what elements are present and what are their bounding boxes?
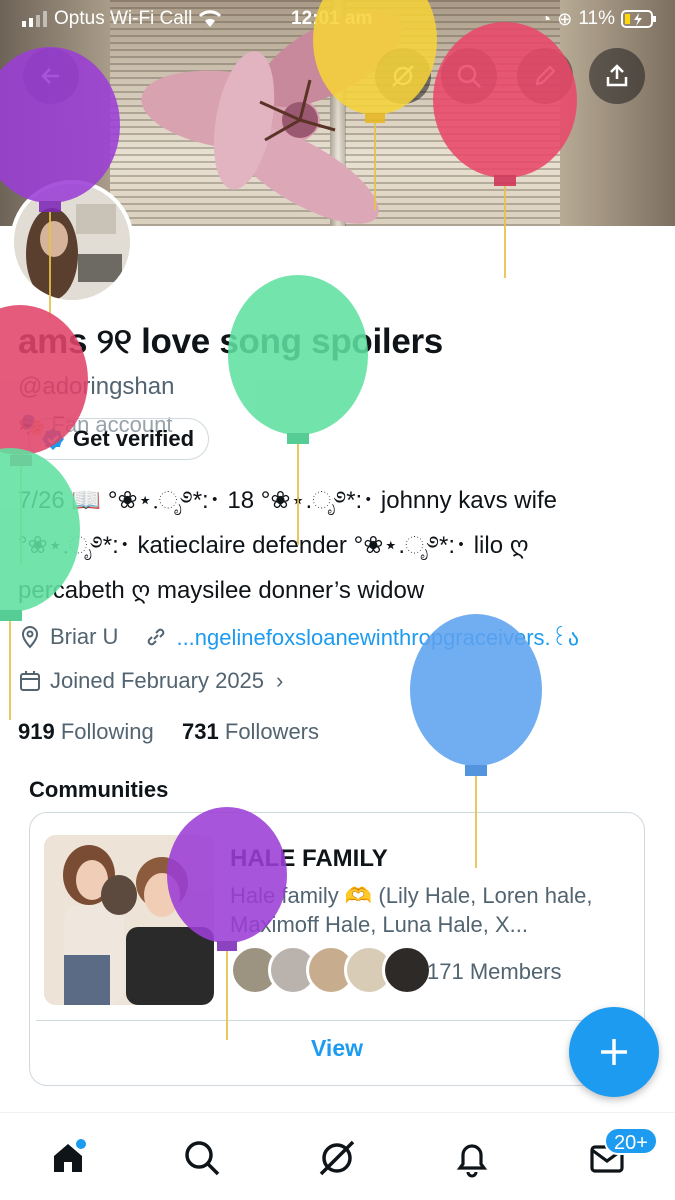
avatar[interactable] [10, 180, 134, 304]
avatar-photo [14, 184, 130, 300]
following-label: Following [60, 719, 154, 744]
profile-link[interactable]: ...ngelinefoxsloanewinthropgraceivers.꒰ა [176, 622, 579, 651]
orientation-lock-icon: ⊕ [557, 8, 573, 29]
grok-icon [392, 65, 414, 87]
community-name: HALE FAMILY [230, 845, 388, 872]
status-bar: Optus Wi-Fi Call 12:01 am ◔ ⊕ 11% [0, 0, 675, 40]
community-image [44, 835, 214, 1005]
followers-link[interactable]: 731 Followers [182, 719, 319, 744]
bio-line: percabeth ღ maysilee donner’s widow [18, 577, 425, 604]
member-avatar [382, 945, 432, 995]
share-button[interactable] [589, 48, 645, 104]
following-link[interactable]: 919 Following [18, 719, 154, 744]
community-member-avatars [230, 945, 432, 995]
plus-icon [601, 1039, 627, 1065]
compose-button[interactable] [569, 1007, 659, 1097]
tab-notifications[interactable] [447, 1133, 497, 1183]
following-count: 919 [18, 719, 55, 744]
calendar-icon [20, 671, 40, 691]
grok-icon [319, 1140, 355, 1176]
view-community-button[interactable]: View [30, 1035, 644, 1062]
link-icon [148, 628, 165, 645]
tab-grok[interactable] [312, 1133, 362, 1183]
get-verified-label: Get verified [73, 426, 195, 451]
location-pin-icon [21, 625, 39, 649]
bottom-tab-bar [0, 1112, 675, 1200]
followers-count: 731 [182, 719, 219, 744]
search-button[interactable] [441, 48, 497, 104]
battery-label: 11% [578, 8, 615, 29]
joined-date: Joined February 2025 [50, 668, 265, 693]
messages-badge: 20+ [604, 1127, 658, 1155]
get-verified-button[interactable]: Get verified [28, 418, 210, 460]
arrow-left-icon [41, 68, 59, 84]
wifi-icon [199, 10, 222, 27]
bio-line: °❀⋆.ೃ࿔*:･ katieclaire defender °❀⋆.ೃ࿔*:･… [18, 532, 529, 559]
community-illustration [44, 835, 214, 1005]
carrier-label: Optus Wi-Fi Call [54, 8, 193, 29]
location: Briar U [50, 623, 119, 649]
alarm-icon: ◔ [540, 8, 552, 29]
community-members: 171 Members [427, 959, 562, 984]
battery-icon [621, 10, 656, 28]
edit-button[interactable] [517, 48, 573, 104]
community-description: Hale family 🫶 (Lily Hale, Loren hale, Ma… [230, 883, 593, 937]
home-icon [54, 1139, 86, 1172]
back-button[interactable] [23, 48, 79, 104]
joined-row[interactable]: Joined February 2025 › [18, 668, 283, 694]
divider [36, 1020, 638, 1021]
notifications-icon [456, 1144, 488, 1178]
grok-button[interactable] [375, 48, 431, 104]
communities-title: Communities [29, 777, 169, 802]
verified-badge-icon [42, 428, 64, 450]
status-right: ◔ ⊕ 11% [540, 8, 657, 30]
handle: @adoringshan [18, 373, 175, 400]
community-card[interactable]: HALE FAMILY Hale family 🫶 (Lily Hale, Lo… [29, 812, 645, 1086]
display-name: ams ୨୧ love song spoilers [18, 322, 443, 361]
follow-counts: 919 Following 731 Followers [18, 719, 319, 745]
bio: 7/26 📖 °❀⋆.ೃ࿔*:･ 18 °❀⋆.ೃ࿔*:･ johnny kav… [18, 478, 658, 613]
tab-home[interactable] [43, 1133, 93, 1183]
pencil-icon [535, 65, 556, 86]
clock: 12:01 am [291, 8, 373, 29]
search-icon [457, 64, 481, 88]
followers-label: Followers [224, 719, 320, 744]
chevron-right-icon: › [276, 668, 284, 693]
carrier: Optus Wi-Fi Call [22, 8, 222, 30]
tab-search[interactable] [177, 1133, 227, 1183]
profile-meta-row: Briar U ...ngelinefoxsloanewinthropgrace… [18, 622, 579, 651]
signal-icon [22, 11, 47, 27]
share-icon [606, 64, 628, 87]
search-icon [185, 1141, 220, 1176]
bio-line: 7/26 📖 °❀⋆.ೃ࿔*:･ 18 °❀⋆.ೃ࿔*:･ johnny kav… [18, 487, 557, 514]
